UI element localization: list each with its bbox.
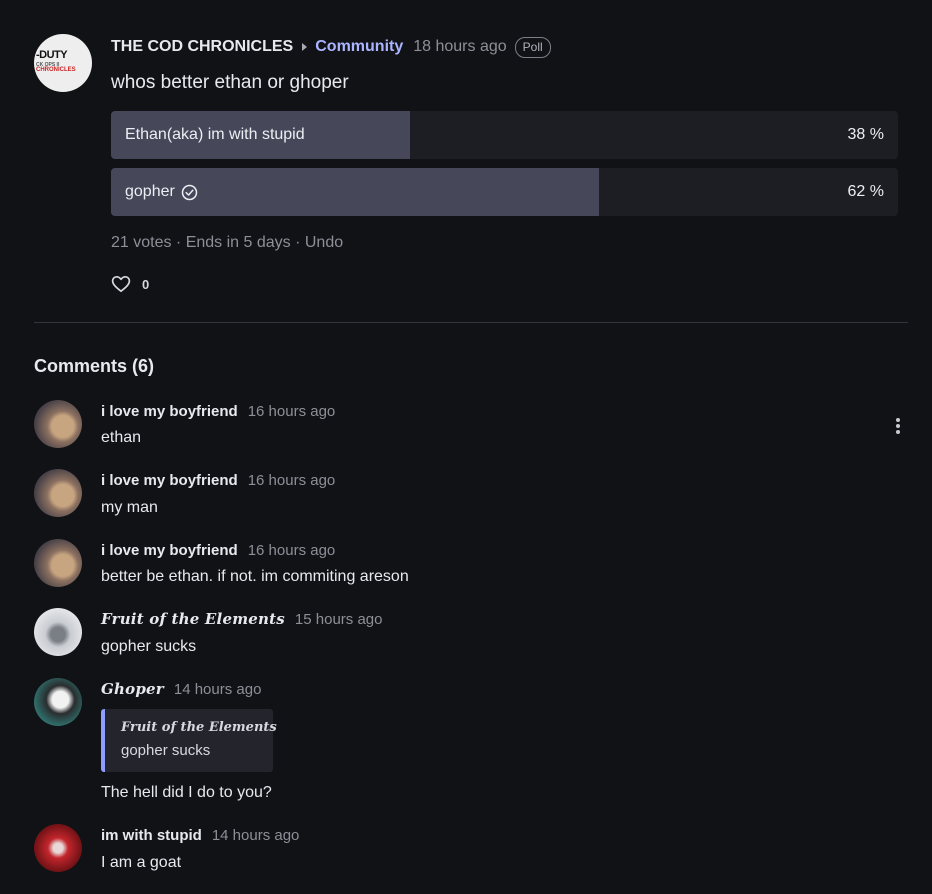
vote-count: 21 votes bbox=[111, 234, 172, 251]
poll-badge: Poll bbox=[514, 36, 551, 58]
like-count: 0 bbox=[142, 276, 150, 292]
comment-time: 15 hours ago bbox=[294, 610, 383, 628]
comment-text: better be ethan. if not. im commiting ar… bbox=[101, 568, 409, 585]
community-avatar[interactable]: -DUTY CK OPS II CHRONICLES bbox=[34, 34, 92, 92]
divider bbox=[34, 322, 908, 323]
comment-author[interactable]: Fruit of the Elements bbox=[101, 610, 285, 628]
post-time: 18 hours ago bbox=[413, 38, 507, 55]
post-page: -DUTY CK OPS II CHRONICLES THE COD CHRON… bbox=[0, 0, 932, 894]
avatar[interactable] bbox=[34, 678, 82, 726]
comment-header: Ghoper 14 hours ago bbox=[101, 679, 261, 699]
quote-author: Fruit of the Elements bbox=[121, 720, 277, 735]
post-meta: THE COD CHRONICLES Community 18 hours ag… bbox=[111, 36, 551, 58]
poll-option[interactable]: Ethan(aka) im with stupid 38 % bbox=[111, 111, 898, 159]
comment-text: my man bbox=[101, 499, 158, 516]
caret-right-icon bbox=[302, 43, 308, 51]
comment-header: im with stupid 14 hours ago bbox=[101, 825, 299, 845]
comment-time: 16 hours ago bbox=[247, 471, 336, 489]
avatar[interactable] bbox=[34, 824, 82, 872]
undo-vote-link[interactable]: Undo bbox=[305, 234, 343, 251]
poll-end-time: Ends in 5 days bbox=[185, 234, 291, 251]
comment-author[interactable]: i love my boyfriend bbox=[101, 472, 238, 489]
comment-header: i love my boyfriend 16 hours ago bbox=[101, 401, 335, 421]
avatar[interactable] bbox=[34, 469, 82, 517]
community-name[interactable]: THE COD CHRONICLES bbox=[111, 38, 293, 56]
comment-author[interactable]: i love my boyfriend bbox=[101, 542, 238, 559]
comment-author[interactable]: im with stupid bbox=[101, 827, 202, 844]
avatar[interactable] bbox=[34, 608, 82, 656]
comments-heading: Comments (6) bbox=[34, 356, 155, 376]
heart-icon bbox=[111, 275, 131, 293]
more-vertical-icon[interactable] bbox=[890, 416, 906, 436]
comment-time: 14 hours ago bbox=[173, 680, 262, 698]
comment-text: The hell did I do to you? bbox=[101, 784, 272, 801]
comment-author[interactable]: Ghoper bbox=[101, 680, 164, 698]
post-title: whos better ethan or ghoper bbox=[111, 72, 349, 93]
poll-option-label: Ethan(aka) im with stupid bbox=[125, 126, 305, 143]
comment-header: Fruit of the Elements 15 hours ago bbox=[101, 609, 382, 629]
quote-text: gopher sucks bbox=[121, 742, 211, 759]
comment-author[interactable]: i love my boyfriend bbox=[101, 403, 238, 420]
comment-header: i love my boyfriend 16 hours ago bbox=[101, 540, 335, 560]
poll-option-label: gopher bbox=[125, 183, 175, 200]
comment-text: ethan bbox=[101, 429, 142, 446]
comment-text: I am a goat bbox=[101, 854, 182, 871]
poll-option-percent: 38 % bbox=[847, 126, 884, 143]
category-link[interactable]: Community bbox=[315, 38, 403, 56]
check-circle-icon bbox=[181, 184, 198, 201]
avatar[interactable] bbox=[34, 400, 82, 448]
poll-option-percent: 62 % bbox=[847, 183, 884, 200]
comment-time: 16 hours ago bbox=[247, 541, 336, 559]
avatar[interactable] bbox=[34, 539, 82, 587]
comment-text: gopher sucks bbox=[101, 638, 197, 655]
poll-footer: 21 votes · Ends in 5 days · Undo bbox=[111, 234, 344, 251]
comment-time: 14 hours ago bbox=[211, 826, 300, 844]
poll-option-selected[interactable]: gopher 62 % bbox=[111, 168, 898, 216]
comment-header: i love my boyfriend 16 hours ago bbox=[101, 470, 335, 490]
comment-time: 16 hours ago bbox=[247, 402, 336, 420]
quoted-comment[interactable]: Fruit of the Elements gopher sucks bbox=[101, 709, 277, 772]
like-button[interactable]: 0 bbox=[111, 273, 149, 295]
